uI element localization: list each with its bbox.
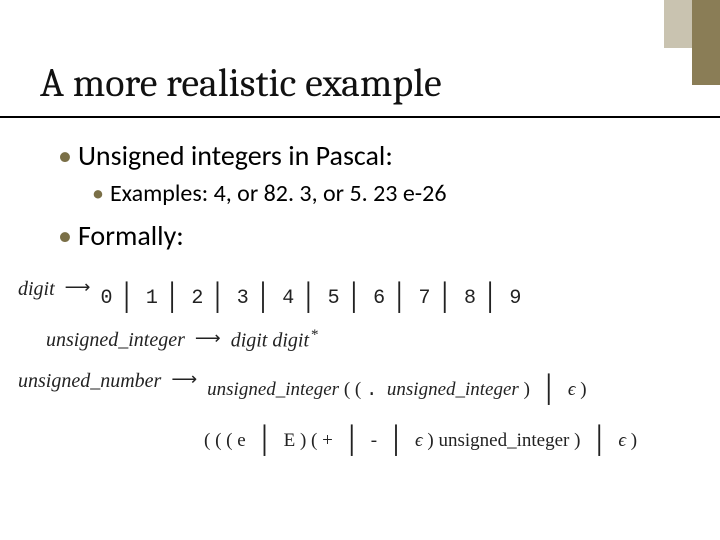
corner-decoration (620, 0, 720, 110)
bullet-1: •Unsigned integers in Pascal: (58, 138, 680, 173)
kleene-star: * (311, 327, 319, 343)
digit-0: 0 (100, 287, 112, 310)
bullet-icon: • (58, 138, 72, 173)
bullet-1-text: Unsigned integers in Pascal: (78, 138, 393, 173)
arrow-icon: ⟶ (171, 362, 197, 396)
unum-l1-b: unsigned_integer (387, 379, 519, 400)
unum-l2-c: unsigned_integer (438, 430, 569, 451)
grammar-rule-unum: unsigned_number ⟶ unsigned_integer ( ( .… (18, 362, 702, 411)
deco-bar-dark (692, 0, 720, 85)
epsilon: ϵ (415, 430, 423, 451)
arrow-icon: ⟶ (65, 270, 91, 304)
rhs-unum-line1: unsigned_integer ( ( . unsigned_integer … (207, 362, 586, 411)
rhs-unum-line2: ( ( ( e │ E ) ( + │ - │ ϵ ) unsigned_int… (204, 413, 702, 462)
rhs-uint: digit digit* (231, 321, 319, 360)
bullet-1-sub-text: Examples: 4, or 82. 3, or 5. 23 e-26 (110, 179, 447, 208)
slide-title: A more realistic example (40, 60, 442, 106)
digit-9: 9 (509, 287, 521, 310)
unum-e: e (237, 430, 245, 451)
deco-bar-light (664, 0, 692, 48)
digit-1: 1 (146, 287, 158, 310)
epsilon: ϵ (568, 379, 576, 400)
arrow-icon: ⟶ (195, 321, 221, 355)
uint-rhs-1: digit (272, 330, 309, 352)
unum-l1-a: unsigned_integer (207, 379, 339, 400)
title-rule (0, 116, 720, 118)
bullet-1-sub: •Examples: 4, or 82. 3, or 5. 23 e-26 (92, 179, 680, 208)
digit-6: 6 (373, 287, 385, 310)
digit-8: 8 (464, 287, 476, 310)
bullet-icon: • (58, 218, 72, 253)
bullet-2-text: Formally: (78, 218, 184, 253)
digit-2: 2 (191, 287, 203, 310)
epsilon: ϵ (618, 430, 626, 451)
digit-7: 7 (419, 287, 431, 310)
unum-minus: - (371, 430, 377, 451)
uint-rhs-0: digit (231, 330, 268, 352)
grammar-rule-uint: unsigned_integer ⟶ digit digit* (18, 321, 702, 360)
unum-plus: + (322, 430, 333, 451)
bullet-2: •Formally: (58, 218, 680, 253)
bullet-icon: • (92, 179, 104, 208)
digit-3: 3 (237, 287, 249, 310)
lhs-unum: unsigned_number (18, 362, 161, 400)
lhs-uint: unsigned_integer (46, 321, 185, 359)
unum-E: E (284, 430, 296, 451)
lhs-digit: digit (18, 270, 55, 308)
grammar-rule-digit: digit ⟶ 0│ 1│ 2│ 3│ 4│ 5│ 6│ 7│ 8│ 9 (18, 270, 702, 319)
grammar-block: digit ⟶ 0│ 1│ 2│ 3│ 4│ 5│ 6│ 7│ 8│ 9 uns… (18, 270, 702, 463)
rhs-digit: 0│ 1│ 2│ 3│ 4│ 5│ 6│ 7│ 8│ 9 (100, 270, 521, 319)
digit-4: 4 (282, 287, 294, 310)
digit-5: 5 (328, 287, 340, 310)
unum-dot: . (366, 379, 377, 401)
body-text: •Unsigned integers in Pascal: •Examples:… (58, 138, 680, 259)
